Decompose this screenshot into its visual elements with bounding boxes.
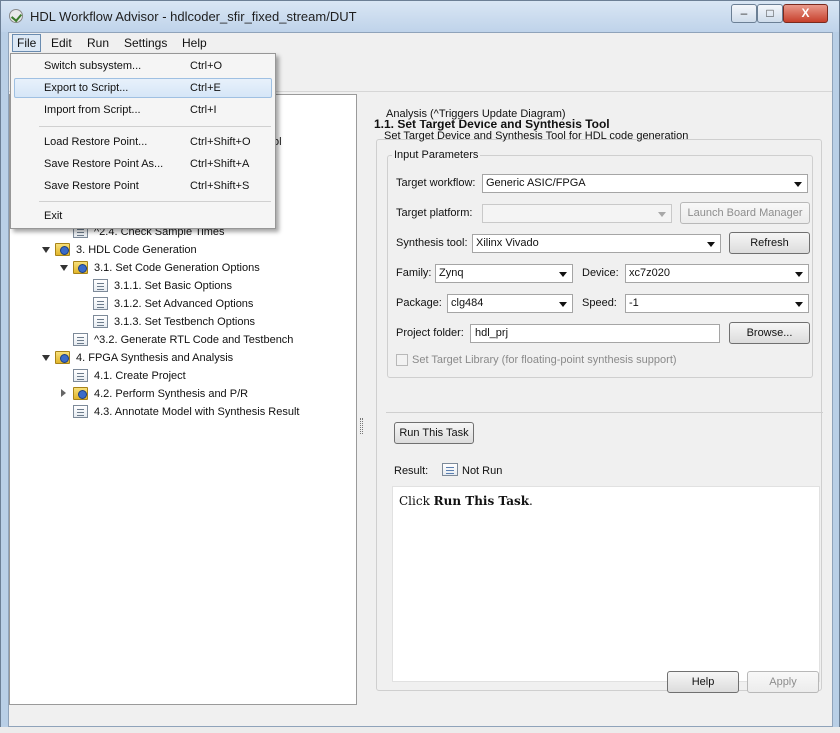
expand-toggle-icon[interactable] [60, 265, 68, 271]
menu-item-load-restore-point[interactable]: Load Restore Point... Ctrl+Shift+O [14, 132, 272, 152]
close-button[interactable]: X [783, 4, 828, 23]
menu-item-save-restore-point-as[interactable]: Save Restore Point As... Ctrl+Shift+A [14, 154, 272, 174]
menu-item-save-restore-point[interactable]: Save Restore Point Ctrl+Shift+S [14, 176, 272, 196]
chevron-down-icon [559, 272, 567, 277]
client-area: File Edit Run Settings Help s Tool n ^2.… [8, 32, 833, 727]
browse-button[interactable]: Browse... [729, 322, 810, 344]
device-label: Device: [582, 267, 619, 279]
task-list-icon [73, 405, 88, 418]
result-label: Result: [394, 465, 429, 477]
menu-item-exit[interactable]: Exit [14, 206, 272, 226]
expand-toggle-icon[interactable] [42, 355, 50, 361]
apply-button[interactable]: Apply [747, 671, 819, 693]
chevron-down-icon [795, 302, 803, 307]
target-workflow-select[interactable]: Generic ASIC/FPGA [482, 174, 808, 193]
target-library-checkbox[interactable] [396, 354, 408, 366]
target-platform-label: Target platform: [396, 207, 473, 219]
launch-board-manager-button[interactable]: Launch Board Manager [680, 202, 810, 224]
task-detail-pane: 1.1. Set Target Device and Synthesis Too… [367, 94, 832, 705]
menu-file[interactable]: File [12, 34, 42, 52]
package-label: Package: [396, 297, 442, 309]
file-menu-dropdown: Switch subsystem... Ctrl+O Export to Scri… [10, 53, 276, 229]
check-circle-icon [9, 9, 23, 23]
expand-toggle-icon[interactable] [61, 389, 66, 397]
speed-label: Speed: [582, 297, 617, 309]
pane-splitter[interactable] [360, 418, 363, 434]
folder-group-icon [55, 351, 70, 364]
menu-help[interactable]: Help [178, 34, 211, 52]
refresh-button[interactable]: Refresh [729, 232, 810, 254]
package-select[interactable]: clg484 [447, 294, 573, 313]
target-library-label: Set Target Library (for floating-point s… [412, 354, 677, 366]
input-parameters-legend: Input Parameters [392, 149, 481, 161]
task-description: Set Target Device and Synthesis Tool for… [384, 130, 689, 142]
family-select[interactable]: Zynq [435, 264, 573, 283]
title-bar[interactable]: HDL Workflow Advisor - hdlcoder_sfir_fix… [1, 1, 839, 32]
minimize-button[interactable]: – [731, 4, 757, 23]
device-select[interactable]: xc7z020 [625, 264, 809, 283]
target-platform-select[interactable] [482, 204, 672, 223]
result-output-panel: Click Run This Task. [392, 486, 820, 682]
menu-settings[interactable]: Settings [120, 34, 171, 52]
folder-group-icon [55, 243, 70, 256]
chevron-down-icon [795, 272, 803, 277]
chevron-down-icon [707, 242, 715, 247]
target-workflow-label: Target workflow: [396, 177, 476, 189]
run-this-task-button[interactable]: Run This Task [394, 422, 474, 444]
not-run-status-icon [442, 463, 458, 476]
expand-toggle-icon[interactable] [42, 247, 50, 253]
result-message: Click Run This Task. [399, 494, 533, 508]
task-list-icon [73, 369, 88, 382]
background-strip [0, 727, 840, 733]
family-label: Family: [396, 267, 432, 279]
analysis-legend: Analysis (^Triggers Update Diagram) [384, 108, 568, 120]
menu-item-export-to-script[interactable]: Export to Script... Ctrl+E [14, 78, 272, 98]
chevron-down-icon [658, 212, 666, 217]
folder-group-icon [73, 261, 88, 274]
task-list-icon [93, 279, 108, 292]
menu-bar: File Edit Run Settings Help [9, 33, 832, 53]
hdl-workflow-advisor-window: HDL Workflow Advisor - hdlcoder_sfir_fix… [0, 0, 840, 733]
help-button[interactable]: Help [667, 671, 739, 693]
task-list-icon [93, 315, 108, 328]
menu-run[interactable]: Run [83, 34, 113, 52]
synthesis-tool-select[interactable]: Xilinx Vivado [472, 234, 721, 253]
folder-group-icon [73, 387, 88, 400]
project-folder-label: Project folder: [396, 327, 464, 339]
chevron-down-icon [559, 302, 567, 307]
result-status: Not Run [462, 465, 503, 477]
divider [386, 412, 823, 413]
task-list-icon [73, 333, 88, 346]
result-message-link: Run This Task [433, 494, 530, 508]
speed-select[interactable]: -1 [625, 294, 809, 313]
window-title: HDL Workflow Advisor - hdlcoder_sfir_fix… [30, 9, 357, 24]
menu-edit[interactable]: Edit [47, 34, 76, 52]
menu-item-switch-subsystem[interactable]: Switch subsystem... Ctrl+O [14, 56, 272, 76]
chevron-down-icon [794, 182, 802, 187]
task-list-icon [93, 297, 108, 310]
menu-separator [39, 201, 271, 202]
menu-separator [39, 126, 271, 127]
synthesis-tool-label: Synthesis tool: [396, 237, 468, 249]
menu-item-import-from-script[interactable]: Import from Script... Ctrl+I [14, 100, 272, 120]
maximize-button[interactable]: □ [757, 4, 783, 23]
project-folder-input[interactable]: hdl_prj [470, 324, 720, 343]
